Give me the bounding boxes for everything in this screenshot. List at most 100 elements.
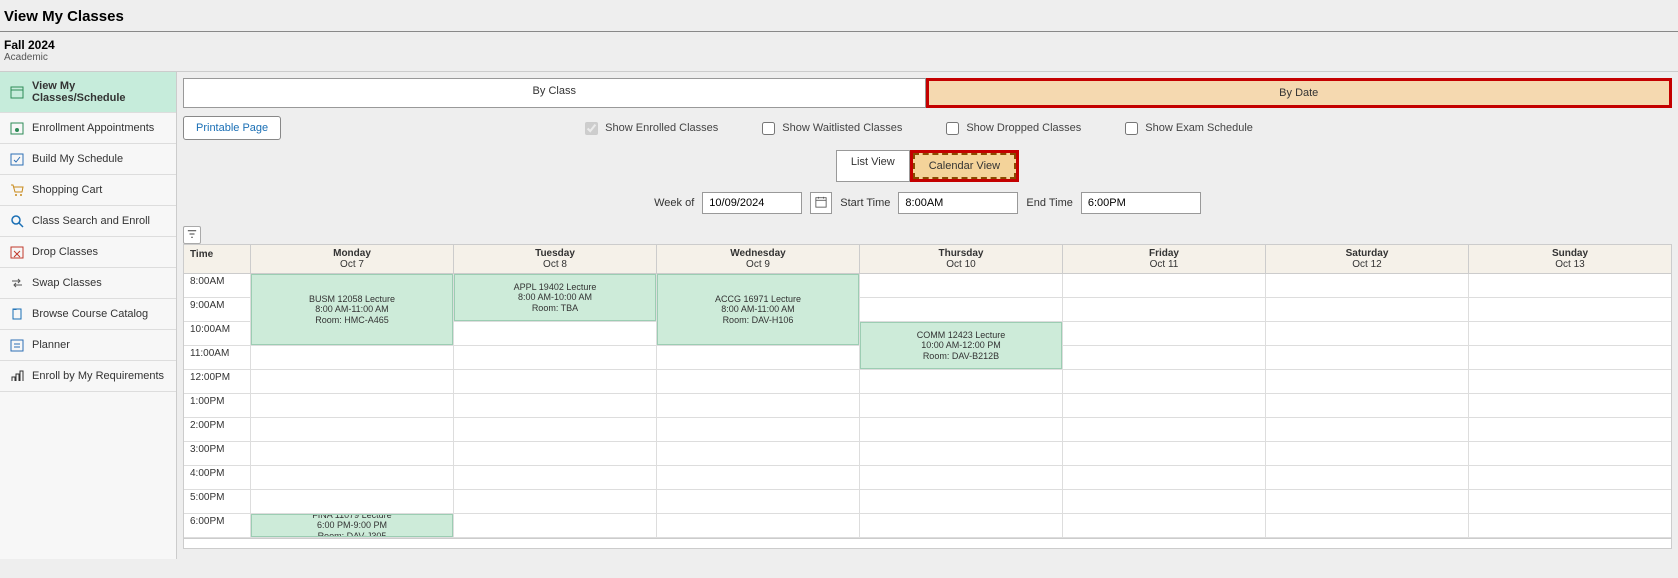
list-view-button[interactable]: List View: [836, 150, 910, 182]
sidebar-item-label: View My Classes/Schedule: [32, 80, 166, 104]
event-title: COMM 12423 Lecture: [863, 330, 1059, 340]
calendar-event-0[interactable]: BUSM 12058 Lecture8:00 AM-11:00 AMRoom: …: [251, 274, 453, 345]
event-time: 10:00 AM-12:00 PM: [863, 340, 1059, 350]
calendar-cell: [860, 298, 1062, 322]
sidebar-item-5[interactable]: Drop Classes: [0, 237, 176, 268]
event-title: APPL 19402 Lecture: [457, 282, 653, 292]
calendar-cell: [1266, 490, 1468, 514]
calendar-cell: [1063, 418, 1265, 442]
sidebar-item-label: Swap Classes: [32, 277, 102, 289]
show-exam-checkbox[interactable]: [1125, 122, 1138, 135]
week-of-label: Week of: [654, 197, 694, 209]
time-label-10: 6:00PM: [184, 514, 250, 538]
build-schedule-icon: [10, 152, 24, 166]
day-name: Monday: [251, 248, 453, 259]
time-label-9: 5:00PM: [184, 490, 250, 514]
calendar-cell: [1266, 418, 1468, 442]
event-time: 8:00 AM-11:00 AM: [254, 304, 450, 314]
calendar-picker-button[interactable]: [810, 192, 832, 214]
show-enrolled-check[interactable]: Show Enrolled Classes: [581, 119, 718, 138]
day-date: Oct 13: [1469, 259, 1671, 270]
show-enrolled-checkbox[interactable]: [585, 122, 598, 135]
calendar-cell: [1469, 490, 1671, 514]
day-name: Friday: [1063, 248, 1265, 259]
calendar-cell: [1469, 274, 1671, 298]
time-label-3: 11:00AM: [184, 346, 250, 370]
show-dropped-checkbox[interactable]: [946, 122, 959, 135]
calendar-cell: [1469, 394, 1671, 418]
event-title: ACCG 16971 Lecture: [660, 294, 856, 304]
cart-icon: [10, 183, 24, 197]
view-tabs: By Class By Date: [183, 78, 1672, 108]
time-label-1: 9:00AM: [184, 298, 250, 322]
day-column-3: COMM 12423 Lecture10:00 AM-12:00 PMRoom:…: [859, 274, 1062, 538]
sidebar-item-1[interactable]: Enrollment Appointments: [0, 113, 176, 144]
sidebar-item-7[interactable]: Browse Course Catalog: [0, 299, 176, 330]
calendar-cell: [657, 418, 859, 442]
filter-icon-row: [183, 226, 1672, 244]
start-time-input[interactable]: [898, 192, 1018, 214]
event-time: 8:00 AM-10:00 AM: [457, 292, 653, 302]
week-of-input[interactable]: [702, 192, 802, 214]
event-room: Room: DAV-J305: [254, 531, 450, 537]
show-waitlisted-check[interactable]: Show Waitlisted Classes: [758, 119, 902, 138]
toolbar-row: Printable Page Show Enrolled Classes Sho…: [183, 116, 1672, 140]
filter-icon: [187, 229, 197, 242]
day-header-6: SundayOct 13: [1468, 245, 1671, 273]
event-time: 6:00 PM-9:00 PM: [254, 520, 450, 530]
sidebar-item-label: Browse Course Catalog: [32, 308, 148, 320]
printable-page-button[interactable]: Printable Page: [183, 116, 281, 140]
sidebar-item-label: Shopping Cart: [32, 184, 102, 196]
calendar-cell: [454, 418, 656, 442]
sidebar-item-2[interactable]: Build My Schedule: [0, 144, 176, 175]
day-column-2: ACCG 16971 Lecture8:00 AM-11:00 AMRoom: …: [656, 274, 859, 538]
show-dropped-check[interactable]: Show Dropped Classes: [942, 119, 1081, 138]
calendar-cell: [251, 442, 453, 466]
show-exam-check[interactable]: Show Exam Schedule: [1121, 119, 1253, 138]
calendar-filter-button[interactable]: [183, 226, 201, 244]
sidebar-item-9[interactable]: Enroll by My Requirements: [0, 361, 176, 392]
calendar-cell: [860, 466, 1062, 490]
show-waitlisted-checkbox[interactable]: [762, 122, 775, 135]
calendar-cell: [454, 466, 656, 490]
calendar-cell: [657, 442, 859, 466]
calendar-body: 8:00AM9:00AM10:00AM11:00AM12:00PM1:00PM2…: [184, 274, 1671, 538]
calendar-cell: [1469, 418, 1671, 442]
sidebar-item-8[interactable]: Planner: [0, 330, 176, 361]
calendar-cell: [454, 370, 656, 394]
calendar-icon: [815, 196, 827, 211]
calendar-cell: [454, 394, 656, 418]
calendar-cell: [860, 274, 1062, 298]
calendar-event-1[interactable]: APPL 19402 Lecture8:00 AM-10:00 AMRoom: …: [454, 274, 656, 321]
sidebar-item-0[interactable]: View My Classes/Schedule: [0, 72, 176, 113]
day-name: Sunday: [1469, 248, 1671, 259]
calendar-event-3[interactable]: COMM 12423 Lecture10:00 AM-12:00 PMRoom:…: [860, 322, 1062, 369]
calendar-cell: [251, 490, 453, 514]
day-name: Tuesday: [454, 248, 656, 259]
catalog-icon: [10, 307, 24, 321]
tab-by-date[interactable]: By Date: [926, 78, 1673, 108]
sidebar-item-4[interactable]: Class Search and Enroll: [0, 206, 176, 237]
calendar-cell: [251, 466, 453, 490]
calendar-event-4[interactable]: FINA 11079 Lecture6:00 PM-9:00 PMRoom: D…: [251, 514, 453, 537]
day-date: Oct 7: [251, 259, 453, 270]
calendar-cell: [1266, 514, 1468, 538]
calendar-cell: [251, 418, 453, 442]
sidebar-item-3[interactable]: Shopping Cart: [0, 175, 176, 206]
calendar-event-2[interactable]: ACCG 16971 Lecture8:00 AM-11:00 AMRoom: …: [657, 274, 859, 345]
event-room: Room: HMC-A465: [254, 315, 450, 325]
calendar-cell: [1266, 394, 1468, 418]
calendar-cell: [454, 490, 656, 514]
sidebar-item-6[interactable]: Swap Classes: [0, 268, 176, 299]
time-label-8: 4:00PM: [184, 466, 250, 490]
calendar-grid: Time MondayOct 7TuesdayOct 8WednesdayOct…: [183, 244, 1672, 539]
time-label-4: 12:00PM: [184, 370, 250, 394]
day-header-5: SaturdayOct 12: [1265, 245, 1468, 273]
day-name: Saturday: [1266, 248, 1468, 259]
tab-by-class[interactable]: By Class: [183, 78, 926, 108]
calendar-view-button[interactable]: Calendar View: [913, 153, 1016, 179]
sidebar-item-label: Planner: [32, 339, 70, 351]
calendar-cell: [860, 490, 1062, 514]
end-time-input[interactable]: [1081, 192, 1201, 214]
show-dropped-label: Show Dropped Classes: [966, 122, 1081, 134]
